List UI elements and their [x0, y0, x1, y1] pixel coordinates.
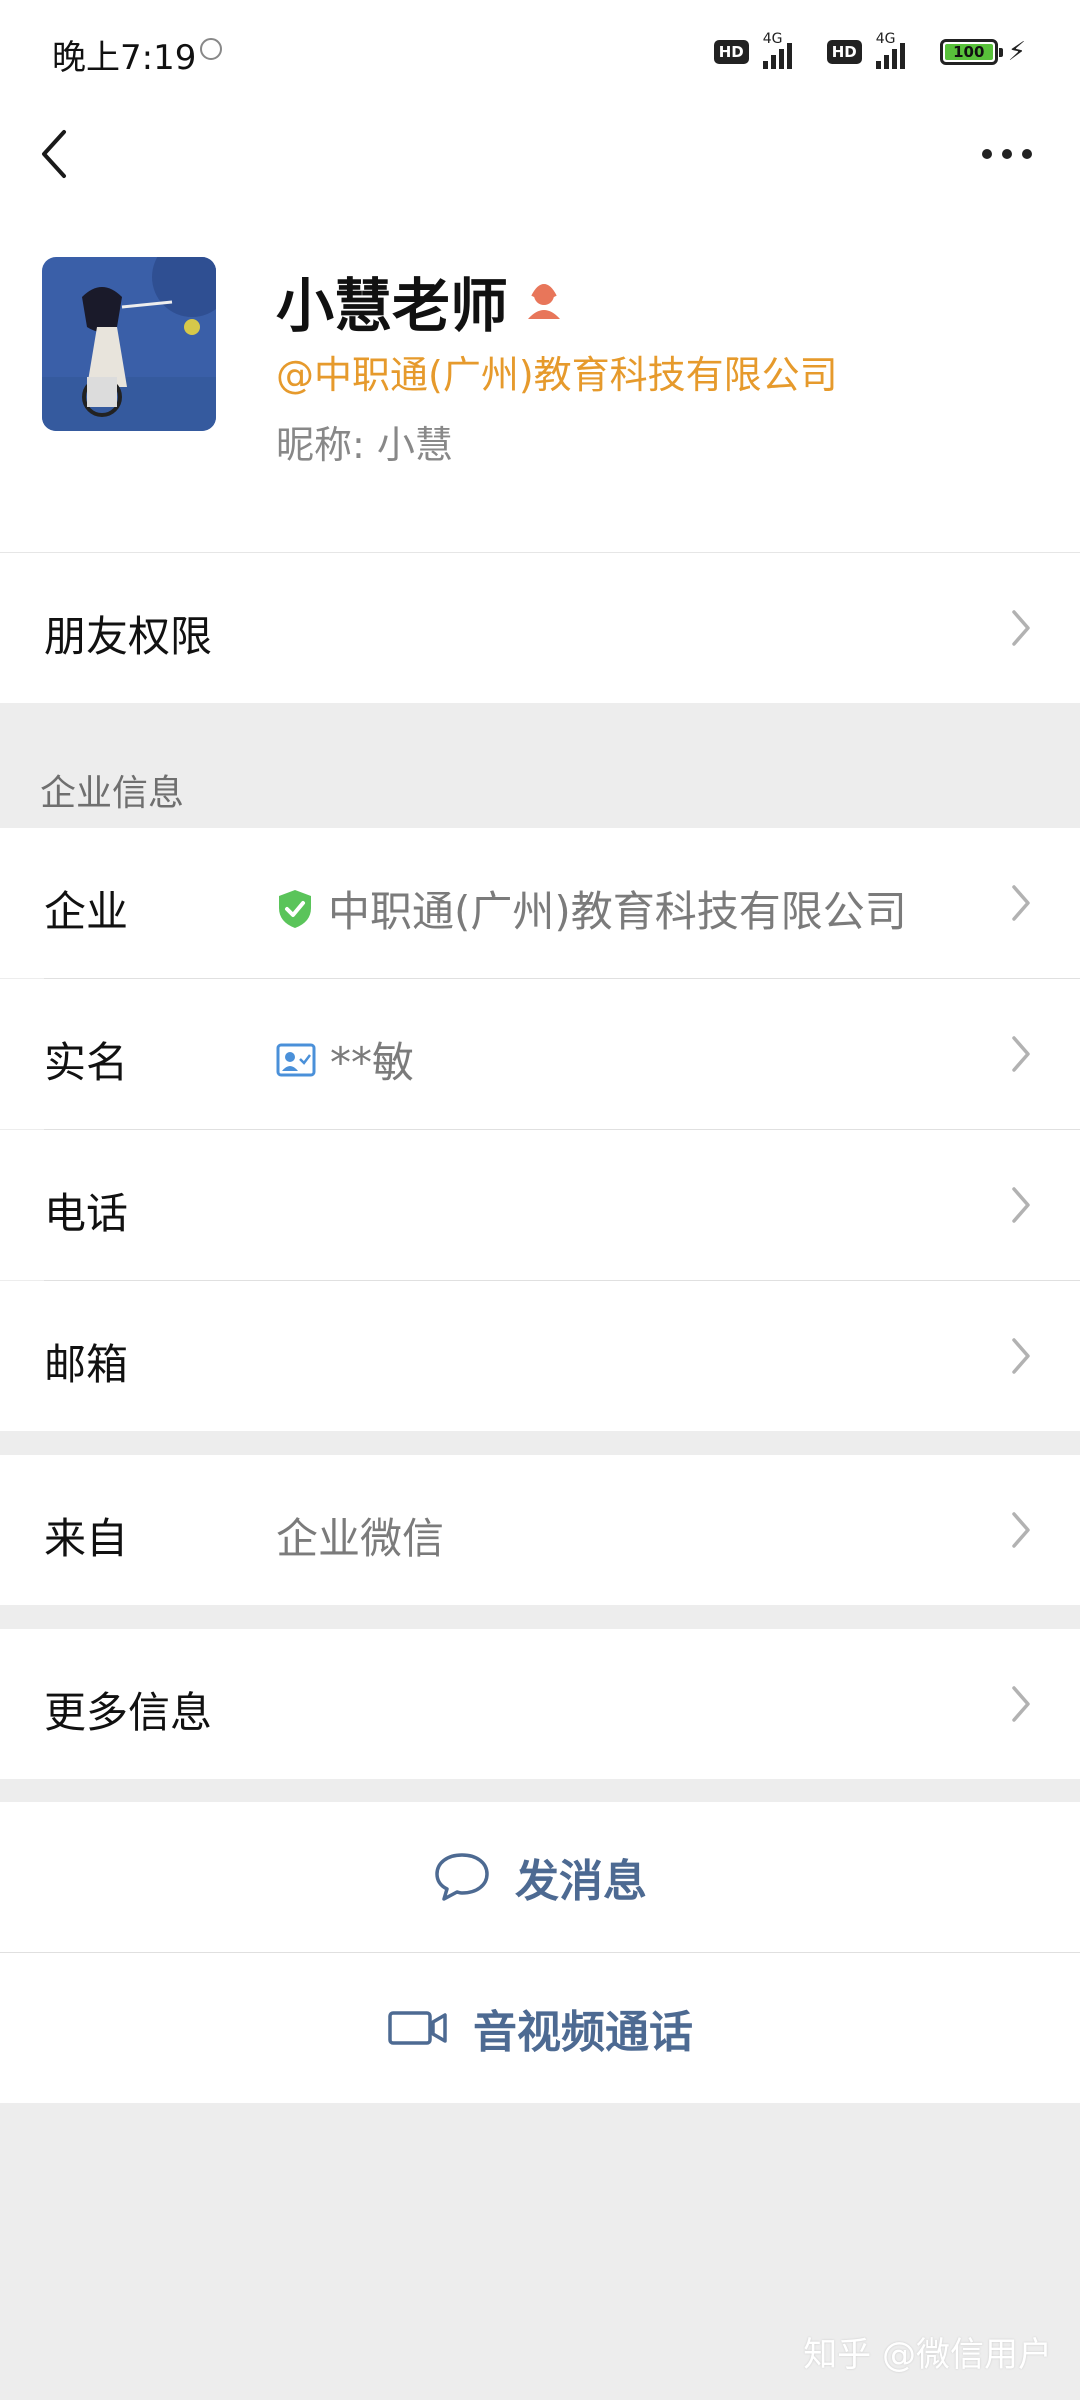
email-label: 邮箱 — [44, 1340, 129, 1389]
watermark: 知乎 @微信用户 — [803, 2335, 1052, 2375]
contact-name-row: 小慧老师 — [276, 259, 566, 343]
chat-bubble-icon — [435, 1853, 489, 1901]
av-call-label: 音视频通话 — [473, 2007, 693, 2058]
nav-bar — [0, 104, 1080, 224]
more-options-icon[interactable] — [972, 142, 1032, 166]
status-time: 晚上7:19 — [52, 38, 197, 78]
gender-female-icon — [528, 284, 561, 319]
send-message-button[interactable]: 发消息 — [0, 1802, 1080, 1952]
notification-icon — [200, 38, 222, 60]
verified-shield-icon — [279, 889, 311, 928]
chevron-right-icon — [1012, 610, 1030, 646]
more-info-label: 更多信息 — [44, 1688, 213, 1737]
profile-header: 小慧老师 @中职通(广州)教育科技有限公司 昵称: 小慧 — [0, 224, 1080, 552]
source-label: 来自 — [44, 1514, 129, 1563]
friend-permission-row[interactable]: 朋友权限 — [0, 553, 1080, 703]
chevron-right-icon — [1012, 1036, 1030, 1072]
enterprise-value: 中职通(广州)教育科技有限公司 — [276, 878, 907, 939]
back-arrow-icon[interactable] — [34, 124, 78, 184]
enterprise-label: 企业 — [44, 887, 129, 936]
contact-name: 小慧老师 — [276, 272, 509, 340]
friend-permission-label: 朋友权限 — [44, 612, 213, 661]
more-info-row[interactable]: 更多信息 — [0, 1629, 1080, 1779]
phone-label: 电话 — [44, 1189, 129, 1238]
realname-value: **敏 — [276, 1029, 414, 1090]
id-card-icon — [276, 1043, 316, 1076]
avatar[interactable] — [42, 257, 216, 431]
chevron-right-icon — [1012, 1686, 1030, 1722]
source-row[interactable]: 来自 企业微信 — [0, 1455, 1080, 1605]
video-camera-icon — [388, 2011, 447, 2045]
enterprise-name: 中职通(广州)教育科技有限公司 — [328, 887, 907, 936]
status-icons: HD 4G HD 4G 100 ⚡ — [713, 31, 1026, 72]
battery-icon: 100 — [939, 39, 1003, 65]
email-row[interactable]: 邮箱 — [0, 1281, 1080, 1431]
signal-icon: 4G — [759, 31, 817, 71]
section-title-enterprise: 企业信息 — [40, 773, 185, 814]
chevron-right-icon — [1012, 1512, 1030, 1548]
av-call-button[interactable]: 音视频通话 — [0, 1953, 1080, 2103]
realname-text: **敏 — [330, 1038, 415, 1087]
hd-badge-2: HD — [826, 40, 862, 64]
signal-icon-2: 4G — [872, 31, 930, 71]
charging-icon: ⚡ — [1007, 37, 1026, 67]
chevron-right-icon — [1012, 885, 1030, 921]
realname-row[interactable]: 实名 **敏 — [0, 979, 1080, 1129]
hd-badge: HD — [713, 40, 749, 64]
send-message-label: 发消息 — [515, 1856, 647, 1907]
source-value: 企业微信 — [276, 1514, 445, 1563]
contact-nickname: 昵称: 小慧 — [276, 423, 453, 467]
status-bar: 晚上7:19 HD 4G HD 4G 100 ⚡ — [0, 0, 1080, 104]
chevron-right-icon — [1012, 1338, 1030, 1374]
contact-company[interactable]: @中职通(广州)教育科技有限公司 — [276, 344, 838, 399]
realname-label: 实名 — [44, 1038, 129, 1087]
enterprise-row[interactable]: 企业 中职通(广州)教育科技有限公司 — [0, 828, 1080, 978]
phone-row[interactable]: 电话 — [0, 1130, 1080, 1280]
chevron-right-icon — [1012, 1187, 1030, 1223]
